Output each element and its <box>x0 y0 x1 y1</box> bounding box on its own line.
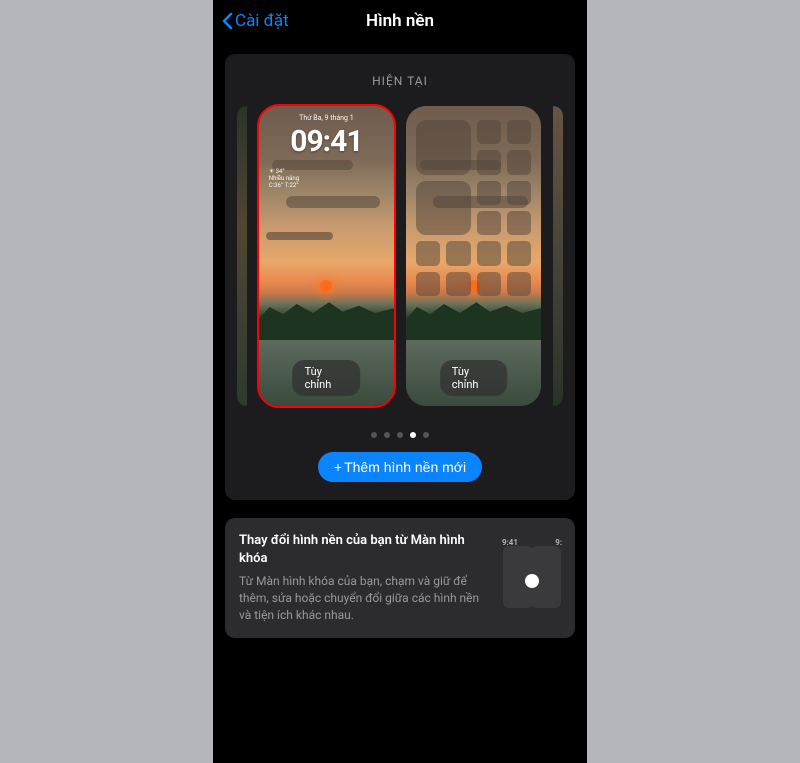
lock-time: 09:41 <box>259 124 394 159</box>
mini-time-right: 9: <box>555 538 562 547</box>
app-icon <box>416 241 440 265</box>
lockscreen-card[interactable]: Thứ Ba, 9 tháng 1 09:41 ☀ 34° Nhiều nắng… <box>259 106 394 406</box>
tip-description: Từ Màn hình khóa của bạn, chạm và giữ để… <box>239 573 489 623</box>
app-icon <box>507 272 531 296</box>
tip-panel: Thay đổi hình nền của bạn từ Màn hình kh… <box>225 518 575 638</box>
add-button-label: Thêm hình nền mới <box>344 459 466 475</box>
app-icon <box>507 181 531 205</box>
widget-cond: Nhiều nắng <box>269 175 299 182</box>
nav-header: Cài đặt Hình nền <box>213 0 587 42</box>
mini-time-left: 9:41 <box>502 538 518 547</box>
app-icon <box>477 211 501 235</box>
add-wallpaper-button[interactable]: +Thêm hình nền mới <box>318 452 482 482</box>
app-widget <box>416 181 471 236</box>
widget-range: C:36° T:22° <box>269 182 299 189</box>
back-label: Cài đặt <box>235 11 289 31</box>
wallpaper-card-prev-peek[interactable] <box>237 106 247 406</box>
homescreen-card[interactable]: Tùy chỉnh <box>406 106 541 406</box>
lock-date: Thứ Ba, 9 tháng 1 <box>259 114 394 122</box>
pager-dot <box>397 432 403 438</box>
pager-dot <box>384 432 390 438</box>
tip-title: Thay đổi hình nền của bạn từ Màn hình kh… <box>239 532 489 567</box>
back-button[interactable]: Cài đặt <box>221 11 289 31</box>
app-icon <box>507 120 531 144</box>
app-icon <box>507 150 531 174</box>
app-icon <box>477 272 501 296</box>
app-icon <box>446 241 470 265</box>
wallpaper-cards-row[interactable]: Thứ Ba, 9 tháng 1 09:41 ☀ 34° Nhiều nắng… <box>225 106 575 416</box>
app-icon <box>477 120 501 144</box>
tip-illustration: 9:41 9: <box>503 532 561 624</box>
pager-dot-active <box>410 432 416 438</box>
touch-indicator-icon <box>525 574 539 588</box>
customize-lock-button[interactable]: Tùy chỉnh <box>293 360 361 396</box>
widget-temp: ☀ 34° <box>269 168 299 175</box>
plus-icon: + <box>334 459 342 475</box>
app-icon <box>477 150 501 174</box>
customize-home-button[interactable]: Tùy chỉnh <box>440 360 508 396</box>
current-section-label: HIỆN TẠI <box>225 74 575 88</box>
app-icon <box>477 241 501 265</box>
app-icon <box>507 241 531 265</box>
page-title: Hình nền <box>366 11 434 31</box>
app-icon <box>477 181 501 205</box>
current-wallpaper-panel: HIỆN TẠI Thứ Ba, 9 tháng 1 09:41 <box>225 54 575 500</box>
weather-widget: ☀ 34° Nhiều nắng C:36° T:22° <box>269 168 299 190</box>
chevron-left-icon <box>221 12 233 30</box>
page-indicator <box>225 432 575 438</box>
wallpaper-card-next-peek[interactable] <box>553 106 563 406</box>
app-widget <box>416 120 471 175</box>
phone-frame: Cài đặt Hình nền HIỆN TẠI Thứ Ba, 9 thán… <box>213 0 587 763</box>
app-icon <box>446 272 470 296</box>
app-icon <box>507 211 531 235</box>
pager-dot <box>371 432 377 438</box>
app-icon <box>416 272 440 296</box>
lockscreen-overlay: Thứ Ba, 9 tháng 1 09:41 <box>259 114 394 159</box>
pager-dot <box>423 432 429 438</box>
